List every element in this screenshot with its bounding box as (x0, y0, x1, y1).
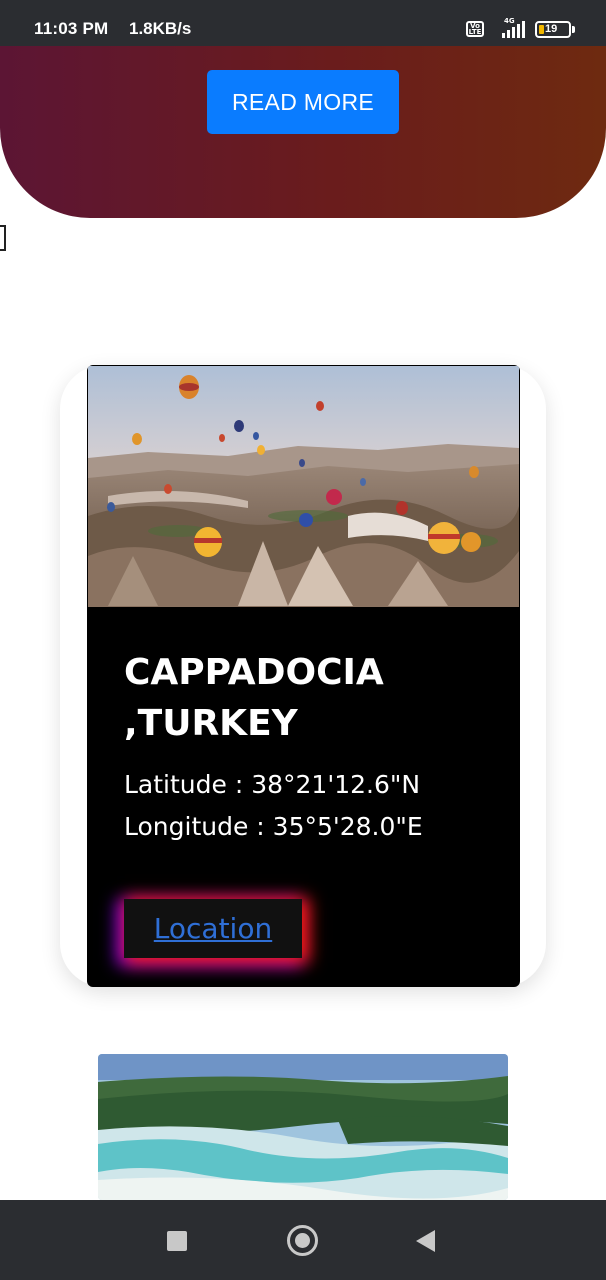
square-icon[interactable] (167, 1231, 187, 1251)
battery-fill (539, 25, 544, 34)
battery-tip (572, 26, 575, 33)
status-bar: 11:03 PM 1.8KB/s Vo LTE 4G 19 (0, 0, 606, 46)
stray-bracket (0, 225, 6, 251)
location-link[interactable]: Location (154, 912, 272, 945)
circle-home-icon[interactable] (287, 1225, 318, 1256)
network-type-label: 4G (504, 17, 515, 25)
latitude-text: Latitude : 38°21'12.6"N (124, 770, 421, 799)
cappadocia-photo (88, 366, 519, 607)
volte-label: Vo LTE (468, 22, 482, 36)
battery-level: 19 (545, 23, 558, 35)
volte-icon: Vo LTE (466, 21, 484, 37)
destination-title: CAPPADOCIA ,TURKEY (124, 652, 384, 744)
back-triangle-icon[interactable] (416, 1230, 435, 1252)
destination-card: CAPPADOCIA ,TURKEY Latitude : 38°21'12.6… (87, 365, 520, 987)
second-destination-photo (98, 1054, 508, 1200)
battery-icon: 19 (535, 21, 571, 38)
longitude-text: Longitude : 35°5'28.0"E (124, 812, 423, 841)
home-dot (295, 1233, 310, 1248)
read-more-button[interactable]: READ MORE (207, 70, 399, 134)
status-time: 11:03 PM (34, 19, 109, 38)
signal-icon: 4G (502, 17, 525, 38)
network-speed: 1.8KB/s (129, 19, 192, 38)
navigation-bar (0, 1200, 606, 1280)
location-button[interactable]: Location (124, 899, 302, 958)
